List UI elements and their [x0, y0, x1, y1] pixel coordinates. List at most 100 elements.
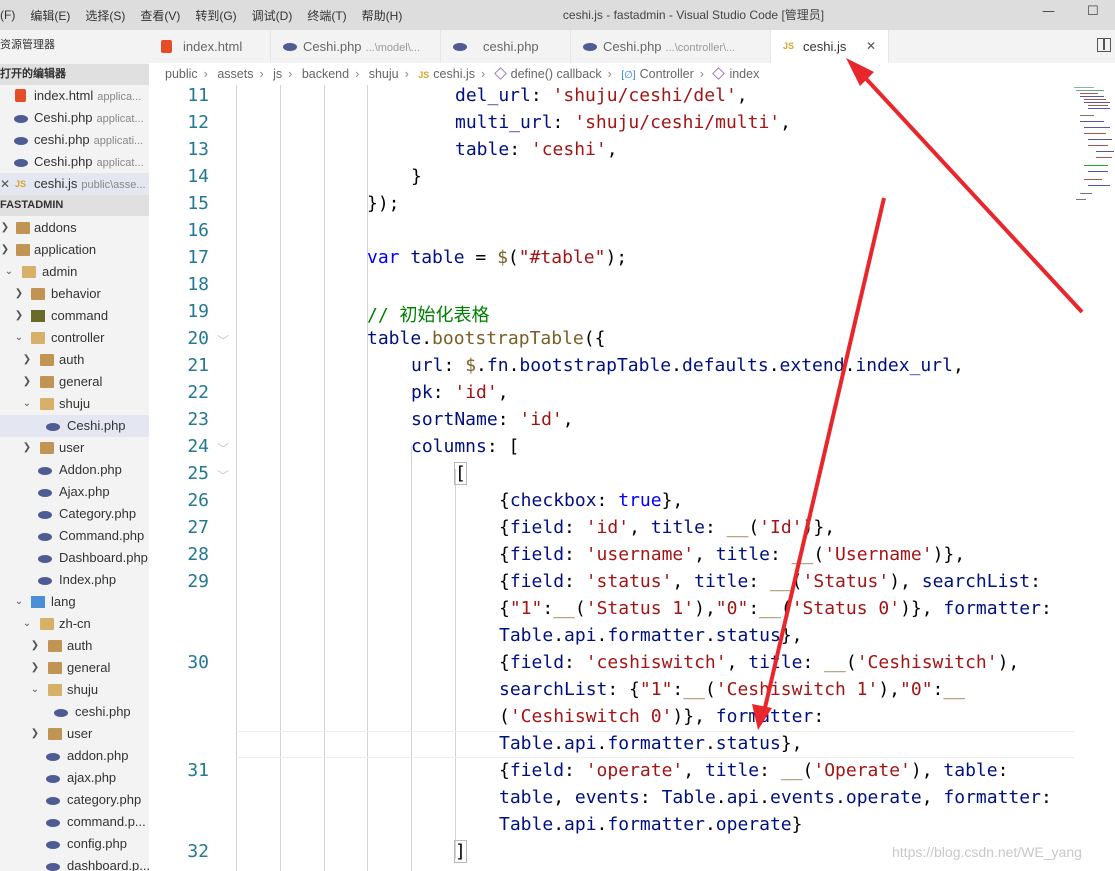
open-editor-path: applicati...: [93, 135, 144, 147]
maximize-button[interactable]: ☐: [1087, 4, 1099, 19]
php-file-icon: [54, 709, 68, 717]
chevron-down-icon: ⌄: [30, 684, 40, 695]
line-number: 25: [187, 463, 209, 484]
tree-file[interactable]: Ajax.php: [0, 481, 149, 503]
minimize-button[interactable]: —: [1042, 4, 1055, 19]
code-line: del_url: 'shuju/ceshi/del',: [455, 85, 748, 106]
tree-file[interactable]: Index.php: [0, 569, 149, 591]
tree-folder[interactable]: ❯ application: [0, 239, 149, 261]
close-icon[interactable]: ✕: [0, 173, 10, 195]
project-header[interactable]: FASTADMIN: [0, 195, 149, 216]
tree-file[interactable]: Command.php: [0, 525, 149, 547]
open-editor-item[interactable]: Ceshi.php applicat...: [0, 107, 149, 129]
fold-chevron-icon[interactable]: ﹀: [217, 467, 229, 484]
code-editor[interactable]: 11 12 13 14 15 16 17 18 19 20 21 22 23 2…: [149, 85, 1115, 871]
open-editor-item-active[interactable]: ✕ JS ceshi.js public\asse...: [0, 173, 149, 195]
breadcrumb-item[interactable]: shuju: [369, 67, 399, 81]
code-line: columns: [: [411, 436, 520, 457]
fold-chevron-icon[interactable]: ﹀: [217, 332, 229, 349]
tree-folder[interactable]: ⌄ controller: [0, 327, 149, 349]
tab-path: ...\controller\...: [665, 42, 736, 54]
code-line: table: 'ceshi',: [455, 139, 618, 160]
html-file-icon: [15, 89, 26, 102]
breadcrumb-item[interactable]: Controller: [640, 67, 694, 81]
tree-label: behavior: [51, 286, 101, 301]
breadcrumb-item[interactable]: define() callback: [511, 67, 602, 81]
tree-label: config.php: [67, 836, 127, 851]
minimap[interactable]: [1072, 85, 1115, 215]
tree-folder[interactable]: ❯ auth: [0, 635, 149, 657]
editor-tab-bar: index.html Ceshi.php ...\model\... ceshi.…: [149, 30, 1115, 63]
folder-icon: [16, 222, 30, 234]
chevron-right-icon: ›: [699, 67, 704, 81]
tree-folder[interactable]: ⌄ admin: [0, 261, 149, 283]
tree-file[interactable]: Addon.php: [0, 459, 149, 481]
tree-file-selected[interactable]: Ceshi.php: [0, 415, 149, 437]
open-editor-item[interactable]: Ceshi.php applicat...: [0, 151, 149, 173]
open-editors-header[interactable]: 打开的编辑器: [0, 64, 149, 85]
tree-folder[interactable]: ⌄ lang: [0, 591, 149, 613]
breadcrumb-item[interactable]: backend: [302, 67, 349, 81]
tree-label: shuju: [59, 396, 91, 411]
tree-folder[interactable]: ❯ general: [0, 657, 149, 679]
open-editor-item[interactable]: ceshi.php applicati...: [0, 129, 149, 151]
indent-guide: [411, 445, 412, 871]
php-file-icon: [38, 511, 52, 519]
line-number: 12: [187, 112, 209, 133]
folder-open-icon: [40, 398, 54, 410]
tree-file[interactable]: ajax.php: [0, 767, 149, 789]
code-line-bracket-match: ]: [454, 840, 467, 863]
tab-ceshi-js[interactable]: JS ceshi.js ✕: [771, 30, 889, 63]
tab-index-html[interactable]: index.html: [149, 30, 271, 63]
code-line: multi_url: 'shuju/ceshi/multi',: [455, 112, 791, 133]
tree-label: Dashboard.php: [59, 550, 148, 565]
open-editor-path: public\asse...: [81, 179, 146, 191]
breadcrumb-item[interactable]: js: [273, 67, 282, 81]
tree-folder[interactable]: ⌄ zh-cn: [0, 613, 149, 635]
php-file-icon: [46, 775, 60, 783]
chevron-right-icon: ❯: [14, 310, 24, 321]
tree-folder[interactable]: ⌄ shuju: [0, 393, 149, 415]
tree-folder[interactable]: ❯ user: [0, 437, 149, 459]
tree-file[interactable]: category.php: [0, 789, 149, 811]
tab-ceshi-php-lang[interactable]: ceshi.php: [441, 30, 571, 63]
fold-chevron-icon[interactable]: ﹀: [217, 440, 229, 457]
tree-label: auth: [59, 352, 85, 367]
code-line: sortName: 'id',: [411, 409, 574, 430]
line-number: 13: [187, 139, 209, 160]
tree-file[interactable]: command.p...: [0, 811, 149, 833]
php-file-icon: [46, 797, 60, 805]
tree-folder[interactable]: ❯ auth: [0, 349, 149, 371]
breadcrumb-item[interactable]: public: [165, 67, 198, 81]
tree-label: Command.php: [59, 528, 145, 543]
split-editor-icon[interactable]: [1097, 38, 1111, 52]
php-file-icon: [38, 467, 52, 475]
chevron-right-icon: ›: [288, 67, 293, 81]
tree-label: general: [67, 660, 111, 675]
tree-folder[interactable]: ⌄ shuju: [0, 679, 149, 701]
tree-file[interactable]: ceshi.php: [0, 701, 149, 723]
tree-folder[interactable]: ❯ user: [0, 723, 149, 745]
open-editor-item[interactable]: index.html applica...: [0, 85, 149, 107]
tree-file[interactable]: Dashboard.php: [0, 547, 149, 569]
breadcrumb-item[interactable]: ceshi.js: [433, 67, 475, 81]
tree-file[interactable]: addon.php: [0, 745, 149, 767]
tree-folder[interactable]: ❯ behavior: [0, 283, 149, 305]
line-number: 26: [187, 490, 209, 511]
code-line: {field: 'username', title: __('Username'…: [499, 544, 966, 565]
breadcrumb-item[interactable]: index: [729, 67, 759, 81]
tree-file[interactable]: Category.php: [0, 503, 149, 525]
tree-folder[interactable]: ❯ command: [0, 305, 149, 327]
tree-folder[interactable]: ❯ general: [0, 371, 149, 393]
line-number: 20: [187, 328, 209, 349]
tree-folder[interactable]: ❯ addons: [0, 217, 149, 239]
breadcrumb-item[interactable]: assets: [217, 67, 253, 81]
tree-file[interactable]: dashboard.p...: [0, 855, 149, 871]
php-file-icon: [46, 753, 60, 761]
tree-file[interactable]: config.php: [0, 833, 149, 855]
tab-ceshi-php-model[interactable]: Ceshi.php ...\model\...: [271, 30, 441, 63]
close-tab-icon[interactable]: ✕: [866, 30, 876, 63]
code-line-wrap: Table.api.formatter.operate}: [499, 814, 803, 835]
line-number: 32: [187, 841, 209, 862]
tab-ceshi-php-controller[interactable]: Ceshi.php ...\controller\...: [571, 30, 771, 63]
